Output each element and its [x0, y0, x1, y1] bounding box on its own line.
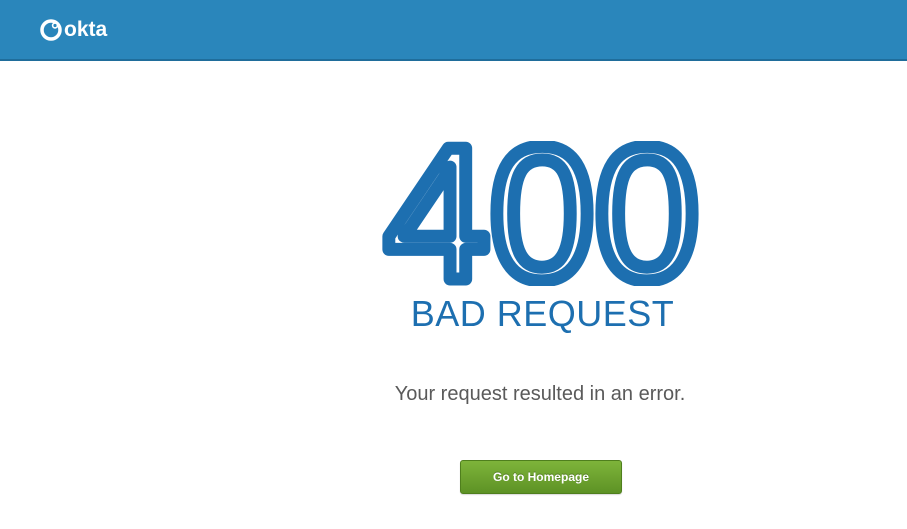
error-code-text: 400	[385, 141, 700, 286]
error-title: BAD REQUEST	[410, 293, 675, 334]
top-header-bar: okta	[0, 0, 907, 61]
brand-name: okta	[64, 18, 108, 41]
okta-logo-icon	[40, 19, 62, 41]
go-to-homepage-button[interactable]: Go to Homepage	[460, 460, 622, 494]
error-code: 400	[378, 102, 706, 327]
error-code-graphic: 400	[378, 102, 706, 327]
error-message: Your request resulted in an error.	[394, 383, 686, 405]
error-page-content: 400 BAD REQUEST Your request resulted in…	[0, 61, 907, 529]
okta-logo[interactable]: okta	[40, 19, 107, 41]
